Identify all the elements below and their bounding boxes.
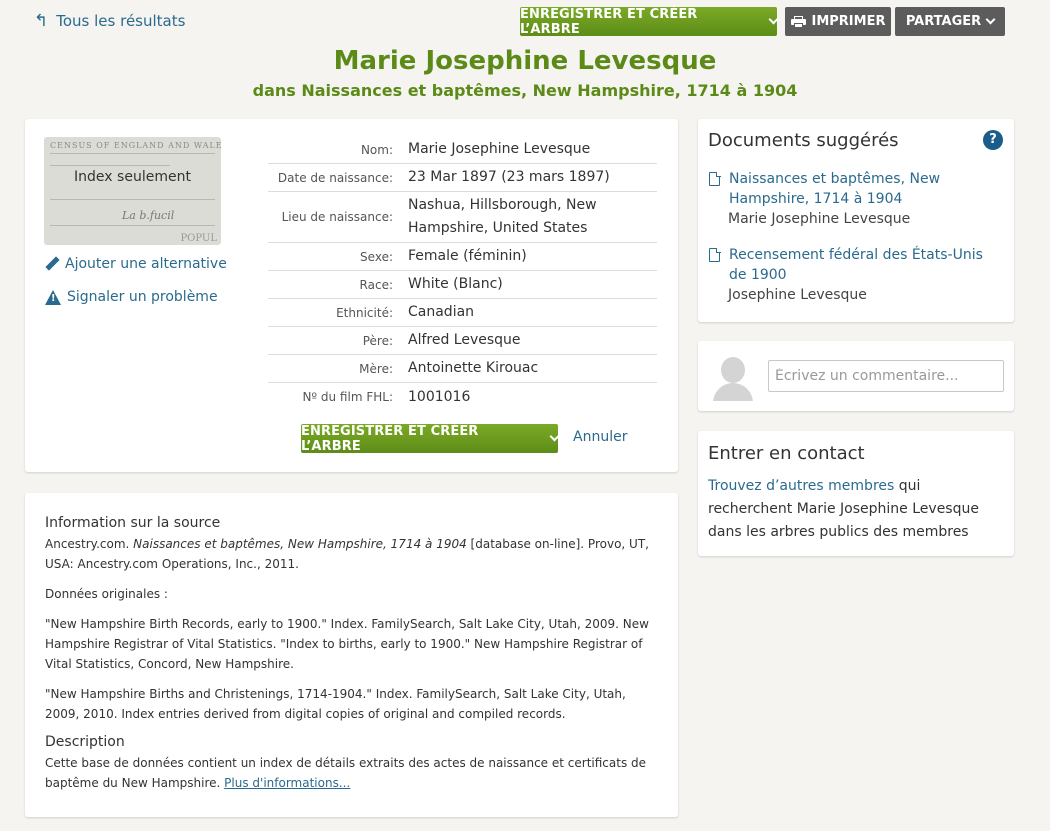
save-tree-label: ENREGISTRER ET CRÉER L’ARBRE — [520, 6, 698, 37]
thumbnail-label: Index seulement — [74, 169, 191, 185]
get-in-touch-title: Entrer en contact — [708, 443, 865, 464]
original-data-2: "New Hampshire Births and Christenings, … — [45, 687, 626, 721]
page-title: Marie Josephine Levesque — [333, 46, 717, 76]
suggested-documents-title: Documents suggérés — [708, 130, 899, 151]
source-heading: Information sur la source — [45, 515, 221, 531]
page-subtitle: dans Naissances et baptêmes, New Hampshi… — [252, 81, 798, 100]
field-label: Nom: — [360, 142, 393, 157]
suggested-document-person: Marie Josephine Levesque — [728, 211, 911, 227]
more-info-link[interactable]: Plus d'informations... — [224, 776, 350, 790]
top-bar: ↰ Tous les résultats ENREGISTRER ET CRÉE… — [0, 0, 1050, 44]
field-row-ethnicity: Ethnicité: Canadian — [268, 299, 657, 327]
share-button[interactable]: PARTAGER — [895, 7, 1005, 36]
original-data-label: Données originales : — [45, 587, 168, 601]
source-info-card: Information sur la source Ancestry.com. … — [25, 493, 678, 817]
get-in-touch-card: Entrer en contact Trouvez d’autres membr… — [698, 431, 1014, 556]
field-row-sex: Sexe: Female (féminin) — [268, 243, 657, 271]
description-text: Cette base de données contient un index … — [45, 753, 658, 793]
field-label: Ethnicité: — [336, 305, 393, 320]
back-arrow-icon: ↰ — [34, 10, 49, 31]
back-link-label: Tous les résultats — [56, 12, 186, 30]
field-label: Date de naissance: — [277, 170, 393, 185]
suggested-document-link[interactable]: Naissances et baptêmes, New Hampshire, 1… — [709, 169, 999, 209]
field-label: Lieu de naissance: — [281, 210, 393, 224]
share-label: PARTAGER — [905, 14, 982, 29]
record-fields: Nom: Marie Josephine Levesque Date de na… — [268, 136, 657, 411]
field-value: Canadian — [408, 304, 475, 320]
chevron-down-icon — [549, 431, 560, 442]
field-value: Antoinette Kirouac — [408, 360, 539, 376]
field-label: Mère: — [359, 361, 393, 376]
record-card: CENSUS OF ENGLAND AND WALES La b.fucil I… — [25, 119, 678, 472]
save-and-create-tree-button-bottom[interactable]: ENREGISTRER ET CRÉER L’ARBRE — [301, 423, 560, 454]
field-label: Père: — [362, 333, 393, 348]
avatar — [713, 355, 753, 401]
field-label: Sexe: — [360, 249, 393, 264]
field-row-film-number: Nº du film FHL: 1001016 — [268, 383, 657, 411]
original-data-1: "New Hampshire Birth Records, early to 1… — [45, 617, 649, 671]
avatar-body-icon — [713, 383, 753, 401]
field-label: Race: — [359, 277, 393, 292]
suggested-document-item: Recensement fédéral des États-Unis de 19… — [709, 245, 999, 306]
citation-prefix: Ancestry.com. — [45, 537, 134, 551]
field-value: White (Blanc) — [408, 276, 503, 292]
field-value: 1001016 — [408, 388, 471, 405]
suggested-documents-card: Documents suggérés ? Naissances et baptê… — [698, 119, 1014, 322]
document-icon — [709, 247, 721, 262]
thumbnail-handwriting: La b.fucil — [122, 209, 175, 222]
field-value: Female (féminin) — [408, 248, 527, 264]
field-label: Nº du film FHL: — [302, 390, 393, 404]
field-row-race: Race: White (Blanc) — [268, 271, 657, 299]
print-button[interactable]: IMPRIMER — [785, 7, 891, 36]
report-problem-label: Signaler un problème — [67, 289, 218, 305]
thumbnail-census-text: CENSUS OF ENGLAND AND WALES — [50, 141, 221, 150]
field-row-name: Nom: Marie Josephine Levesque — [268, 136, 657, 164]
warning-icon: ! — [45, 289, 61, 305]
field-row-mother: Mère: Antoinette Kirouac — [268, 355, 657, 383]
help-icon[interactable]: ? — [983, 130, 1003, 150]
avatar-head-icon — [721, 357, 745, 383]
field-value: Alfred Levesque — [408, 332, 521, 348]
add-alternative-label: Ajouter une alternative — [65, 256, 227, 272]
citation-title: Naissances et baptêmes, New Hampshire, 1… — [133, 537, 467, 551]
field-value: Marie Josephine Levesque — [408, 141, 591, 157]
record-thumbnail[interactable]: CENSUS OF ENGLAND AND WALES La b.fucil I… — [44, 137, 221, 245]
find-other-members-link[interactable]: Trouvez d’autres membres — [708, 478, 894, 494]
document-icon — [709, 171, 721, 186]
get-in-touch-text: Trouvez d’autres membres qui recherchent… — [708, 475, 1004, 544]
source-citation: Ancestry.com. Naissances et baptêmes, Ne… — [45, 534, 658, 574]
add-alternative-link[interactable]: Ajouter une alternative — [45, 256, 227, 272]
printer-icon — [790, 15, 806, 28]
suggested-document-link[interactable]: Recensement fédéral des États-Unis de 19… — [709, 245, 999, 285]
comment-card — [698, 341, 1014, 411]
chevron-down-icon — [768, 14, 779, 25]
cancel-link[interactable]: Annuler — [573, 429, 627, 445]
field-value: Nashua, Hillsborough, New Hampshire, Uni… — [408, 197, 597, 236]
field-row-father: Père: Alfred Levesque — [268, 327, 657, 355]
comment-input[interactable] — [768, 360, 1004, 392]
field-value: 23 Mar 1897 (23 mars 1897) — [408, 169, 610, 185]
chevron-down-icon — [985, 14, 996, 25]
field-row-birth-place: Lieu de naissance: Nashua, Hillsborough,… — [268, 192, 657, 243]
field-row-birth-date: Date de naissance: 23 Mar 1897 (23 mars … — [268, 164, 657, 192]
thumbnail-popu-text: POPUL — [180, 233, 217, 244]
suggested-document-person: Josephine Levesque — [728, 287, 867, 303]
save-and-create-tree-button[interactable]: ENREGISTRER ET CRÉER L’ARBRE — [520, 6, 779, 37]
report-problem-link[interactable]: ! Signaler un problème — [45, 289, 218, 305]
print-label: IMPRIMER — [811, 14, 886, 29]
save-tree-label: ENREGISTRER ET CRÉER L’ARBRE — [301, 423, 479, 454]
pencil-icon — [45, 257, 59, 271]
suggested-document-item: Naissances et baptêmes, New Hampshire, 1… — [709, 169, 999, 230]
back-to-results-link[interactable]: ↰ Tous les résultats — [34, 12, 185, 30]
description-heading: Description — [45, 734, 125, 750]
